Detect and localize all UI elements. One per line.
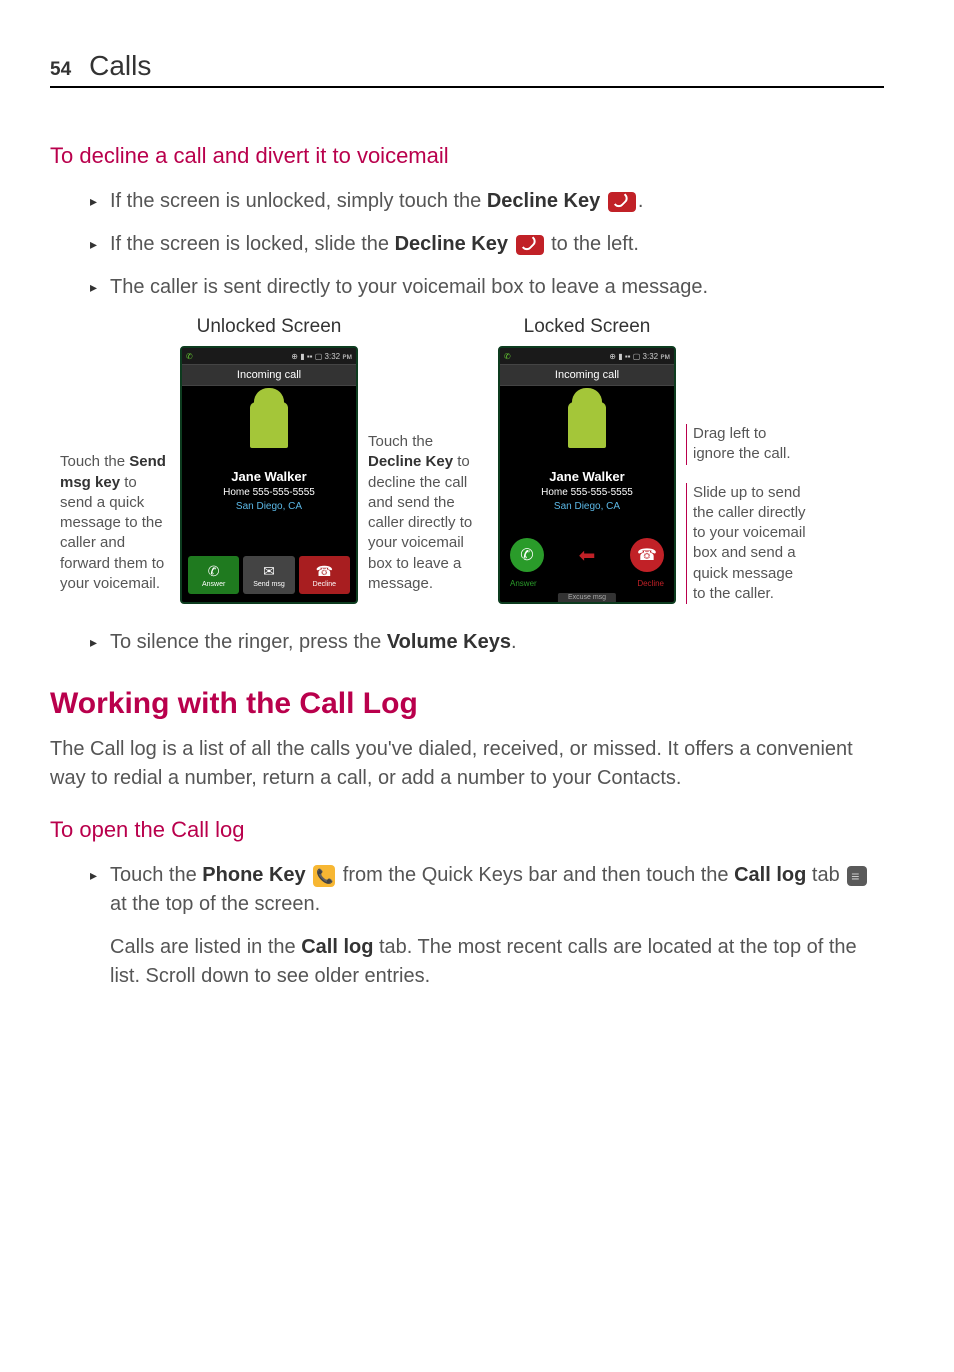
heading-call-log: Working with the Call Log bbox=[50, 687, 884, 721]
caller-number: Home 555-555-5555 bbox=[500, 486, 674, 500]
text: Touch the bbox=[110, 864, 202, 886]
text: Calls are listed in the bbox=[110, 936, 301, 958]
bullet-locked: If the screen is locked, slide the Decli… bbox=[90, 230, 884, 259]
status-bar: ✆ ⊕ ▮ ▪▪ ▢ 3:32 ᴘᴍ bbox=[500, 348, 674, 364]
section-title: Calls bbox=[89, 50, 151, 82]
avatar-area bbox=[182, 386, 356, 464]
send-msg-button[interactable]: ✉Send msg bbox=[243, 556, 294, 594]
text: If the screen is unlocked, simply touch … bbox=[110, 190, 487, 212]
subheading-decline-call: To decline a call and divert it to voice… bbox=[50, 143, 884, 169]
call-log-label: Call log bbox=[301, 936, 373, 958]
text: at the top of the screen. bbox=[110, 893, 320, 915]
caption-unlocked: Unlocked Screen bbox=[197, 316, 342, 338]
caller-location: San Diego, CA bbox=[182, 500, 356, 514]
open-call-log-list: Touch the Phone Key from the Quick Keys … bbox=[50, 861, 884, 919]
locked-slider-row: ✆ ⬅ ☎ bbox=[500, 538, 674, 572]
call-log-label: Call log bbox=[734, 864, 806, 886]
decline-button[interactable]: ☎Decline bbox=[299, 556, 350, 594]
locked-labels: Answer Decline bbox=[500, 579, 674, 588]
phone-key-label: Phone Key bbox=[202, 864, 305, 886]
unlocked-screen-block: Unlocked Screen ✆ ⊕ ▮ ▪▪ ▢ 3:32 ᴘᴍ Incom… bbox=[180, 316, 358, 604]
annotation-locked-right: Drag left to ignore the call. Slide up t… bbox=[686, 316, 806, 604]
answer-label: Answer bbox=[510, 579, 537, 588]
status-bar: ✆ ⊕ ▮ ▪▪ ▢ 3:32 ᴘᴍ bbox=[182, 348, 356, 364]
caption-locked: Locked Screen bbox=[524, 316, 651, 338]
text: to send a quick message to the caller an… bbox=[60, 474, 164, 592]
decline-label: Decline bbox=[637, 579, 664, 588]
call-log-description: The Call log is a list of all the calls … bbox=[50, 735, 884, 793]
status-call-icon: ✆ bbox=[186, 352, 193, 361]
annotation-drag-left: Drag left to ignore the call. bbox=[686, 424, 806, 465]
bullet-unlocked: If the screen is unlocked, simply touch … bbox=[90, 187, 884, 216]
call-log-tab-icon bbox=[847, 866, 867, 886]
sendmsg-label: Send msg bbox=[253, 581, 285, 588]
text: To silence the ringer, press the bbox=[110, 631, 387, 653]
caller-name: Jane Walker bbox=[500, 468, 674, 486]
page-number: 54 bbox=[50, 59, 71, 81]
silence-ringer-list: To silence the ringer, press the Volume … bbox=[50, 628, 884, 657]
caller-location: San Diego, CA bbox=[500, 500, 674, 514]
caller-name: Jane Walker bbox=[182, 468, 356, 486]
status-time: 3:32 bbox=[325, 352, 341, 361]
text: . bbox=[638, 190, 644, 212]
decline-key-icon bbox=[608, 192, 636, 212]
text: Touch the bbox=[60, 453, 129, 470]
message-icon: ✉ bbox=[263, 563, 275, 580]
page-header: 54 Calls bbox=[50, 50, 884, 88]
status-time: 3:32 bbox=[643, 352, 659, 361]
phone-icon: ✆ bbox=[208, 563, 220, 580]
status-right: ⊕ ▮ ▪▪ ▢ 3:32 ᴘᴍ bbox=[609, 352, 670, 361]
annotation-sendmsg: Touch the Send msg key to send a quick m… bbox=[60, 452, 170, 604]
phone-unlocked: ✆ ⊕ ▮ ▪▪ ▢ 3:32 ᴘᴍ Incoming call Jane Wa… bbox=[180, 346, 358, 604]
decline-slider[interactable]: ☎ bbox=[630, 538, 664, 572]
excuse-msg-tab[interactable]: Excuse msg bbox=[558, 593, 616, 602]
phone-key-icon bbox=[313, 865, 335, 887]
avatar-area bbox=[500, 386, 674, 464]
bullet-open-call-log: Touch the Phone Key from the Quick Keys … bbox=[90, 861, 884, 919]
bullet-silence: To silence the ringer, press the Volume … bbox=[90, 628, 884, 657]
text: tab bbox=[806, 864, 845, 886]
answer-slider[interactable]: ✆ bbox=[510, 538, 544, 572]
decline-label: Decline bbox=[313, 581, 336, 588]
bullet-voicemail: The caller is sent directly to your voic… bbox=[90, 273, 884, 302]
caller-number: Home 555-555-5555 bbox=[182, 486, 356, 500]
locked-screen-block: Locked Screen ✆ ⊕ ▮ ▪▪ ▢ 3:32 ᴘᴍ Incomin… bbox=[498, 316, 676, 604]
answer-label: Answer bbox=[202, 581, 225, 588]
text: from the Quick Keys bar and then touch t… bbox=[337, 864, 734, 886]
answer-button[interactable]: ✆Answer bbox=[188, 556, 239, 594]
unlocked-buttons-row: ✆Answer ✉Send msg ☎Decline bbox=[182, 550, 356, 594]
screenshots-row: Touch the Send msg key to send a quick m… bbox=[50, 316, 884, 604]
subheading-open-call-log: To open the Call log bbox=[50, 817, 884, 843]
text: to decline the call and send the caller … bbox=[368, 453, 472, 592]
text: Touch the bbox=[368, 433, 433, 450]
hangup-icon: ☎ bbox=[316, 563, 333, 580]
caller-info: Jane Walker Home 555-555-5555 San Diego,… bbox=[500, 464, 674, 518]
decline-key-label: Decline Key bbox=[368, 453, 453, 470]
status-call-icon: ✆ bbox=[504, 352, 511, 361]
annotation-decline: Touch the Decline Key to decline the cal… bbox=[368, 432, 488, 604]
text: . bbox=[511, 631, 517, 653]
android-avatar-icon bbox=[568, 402, 606, 448]
text: If the screen is locked, slide the bbox=[110, 233, 395, 255]
decline-key-icon bbox=[516, 235, 544, 255]
decline-instructions-list: If the screen is unlocked, simply touch … bbox=[50, 187, 884, 302]
incoming-banner: Incoming call bbox=[182, 364, 356, 386]
call-log-note: Calls are listed in the Call log tab. Th… bbox=[50, 933, 884, 991]
android-avatar-icon bbox=[250, 402, 288, 448]
decline-key-label: Decline Key bbox=[395, 233, 508, 255]
call-log-order-note: Calls are listed in the Call log tab. Th… bbox=[110, 933, 884, 991]
decline-key-label: Decline Key bbox=[487, 190, 600, 212]
arrow-left-icon: ⬅ bbox=[579, 543, 596, 568]
caller-info: Jane Walker Home 555-555-5555 San Diego,… bbox=[182, 464, 356, 518]
status-right: ⊕ ▮ ▪▪ ▢ 3:32 ᴘᴍ bbox=[291, 352, 352, 361]
volume-keys-label: Volume Keys bbox=[387, 631, 511, 653]
incoming-banner: Incoming call bbox=[500, 364, 674, 386]
phone-locked: ✆ ⊕ ▮ ▪▪ ▢ 3:32 ᴘᴍ Incoming call Jane Wa… bbox=[498, 346, 676, 604]
annotation-slide-up: Slide up to send the caller directly to … bbox=[686, 483, 806, 605]
text: to the left. bbox=[546, 233, 639, 255]
